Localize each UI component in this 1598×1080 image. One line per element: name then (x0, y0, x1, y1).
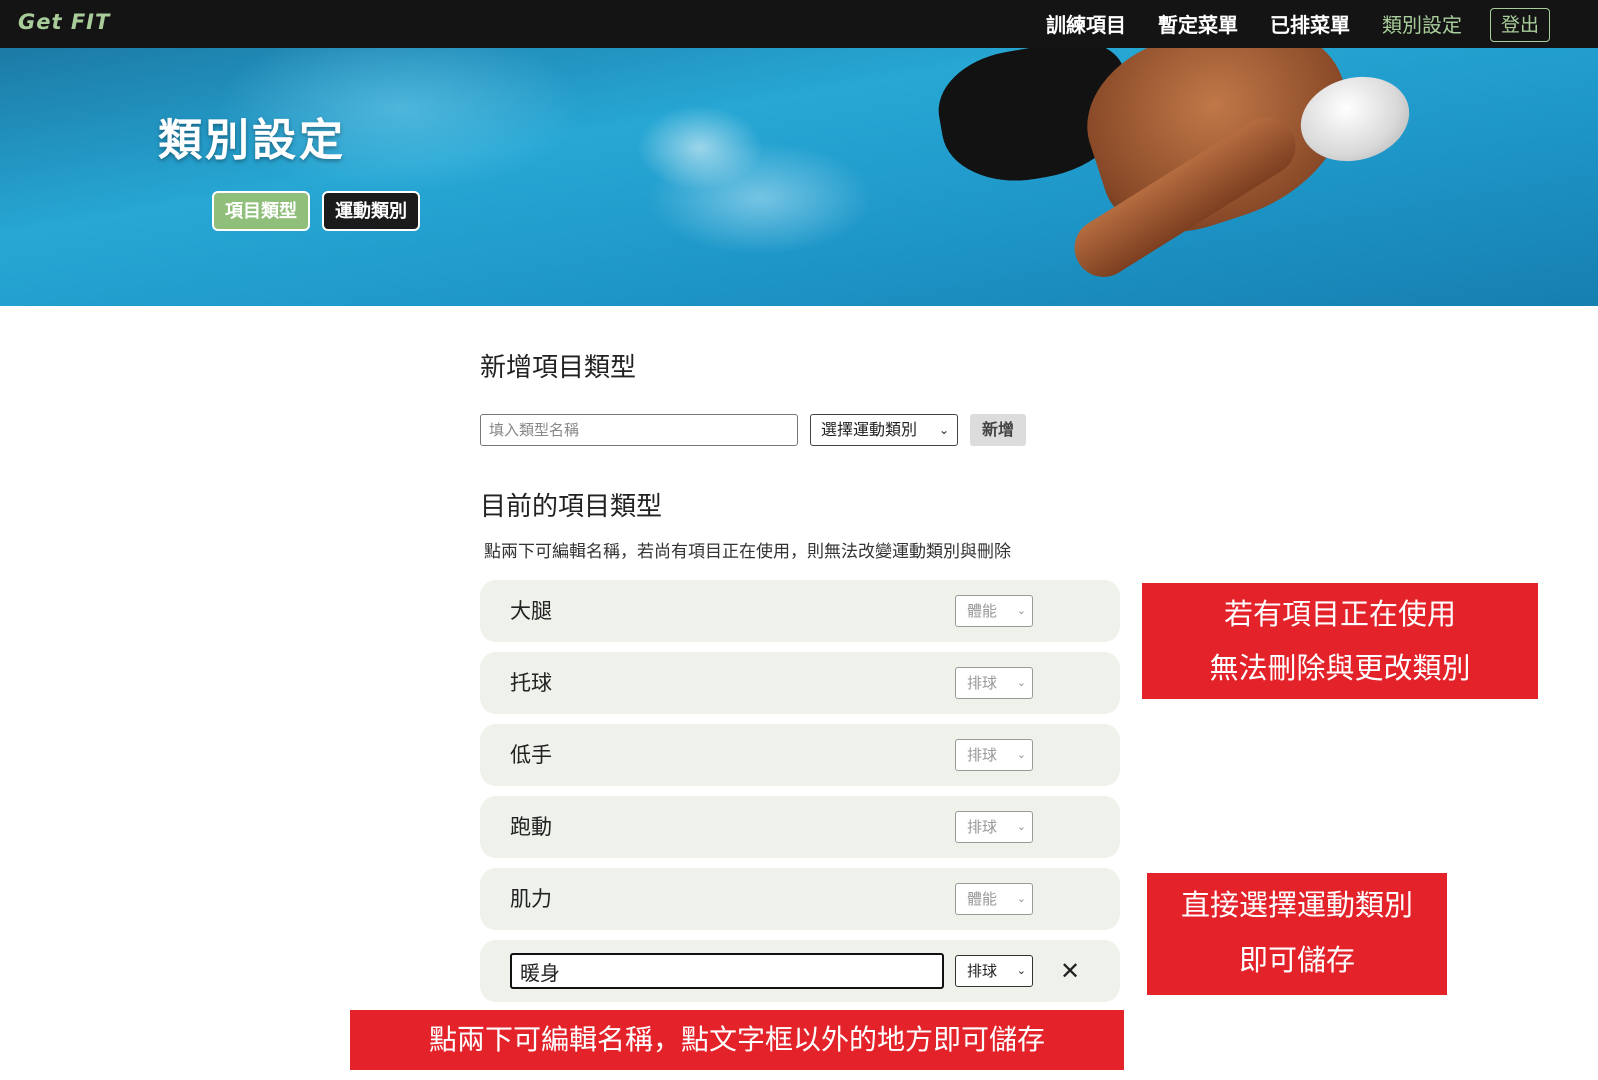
row-category-value: 排球 (967, 962, 998, 980)
chevron-down-icon: ⌄ (1016, 892, 1026, 905)
row-category-select: 體能 ⌄ (955, 883, 1033, 915)
row-category-select: 排球 ⌄ (955, 667, 1033, 699)
row-category-value: 體能 (967, 890, 998, 908)
chevron-down-icon: ⌄ (938, 423, 949, 437)
type-name[interactable]: 托球 (510, 652, 552, 714)
tab-item-types[interactable]: 項目類型 (212, 191, 310, 231)
category-tabs: 項目類型 運動類別 (212, 191, 432, 231)
row-category-select: 排球 ⌄ (955, 811, 1033, 843)
close-icon[interactable]: ✕ (1055, 955, 1085, 987)
annotation-line: 即可儲存 (1238, 943, 1355, 977)
brand-logo[interactable]: Get FIT (18, 10, 110, 34)
type-row[interactable]: 肌力 體能 ⌄ (480, 868, 1120, 930)
edit-hint: 點兩下可編輯名稱，若尚有項目正在使用，則無法改變運動類別與刪除 (484, 542, 1011, 562)
row-category-value: 排球 (967, 674, 998, 692)
nav-category-settings[interactable]: 類別設定 (1382, 9, 1462, 41)
type-name[interactable]: 低手 (510, 724, 552, 786)
type-name[interactable]: 跑動 (510, 796, 552, 858)
type-name-edit-input[interactable] (510, 953, 944, 989)
type-row[interactable]: 大腿 體能 ⌄ (480, 580, 1120, 642)
annotation-dblclick-edit: 點兩下可編輯名稱，點文字框以外的地方即可儲存 (350, 1010, 1124, 1070)
type-name-input[interactable] (480, 414, 798, 446)
type-name[interactable]: 肌力 (510, 868, 552, 930)
tab-sport-categories[interactable]: 運動類別 (322, 191, 420, 231)
chevron-down-icon: ⌄ (1016, 820, 1026, 833)
add-section-title: 新增項目類型 (480, 353, 637, 383)
annotation-line: 直接選擇運動類別 (1180, 888, 1413, 922)
nav-draft-menu[interactable]: 暫定菜單 (1158, 9, 1238, 41)
type-row[interactable]: 低手 排球 ⌄ (480, 724, 1120, 786)
logout-button[interactable]: 登出 (1489, 8, 1550, 42)
row-category-select[interactable]: 排球 ⌄ (955, 955, 1033, 987)
annotation-select-save: 直接選擇運動類別 即可儲存 (1147, 873, 1447, 995)
type-row[interactable]: 跑動 排球 ⌄ (480, 796, 1120, 858)
row-category-value: 排球 (967, 818, 998, 836)
top-navbar: Get FIT 訓練項目 暫定菜單 已排菜單 類別設定 登出 (0, 0, 1598, 48)
hero-banner: 類別設定 項目類型 運動類別 (0, 48, 1598, 306)
add-button[interactable]: 新增 (970, 414, 1026, 446)
type-name[interactable]: 大腿 (510, 580, 552, 642)
chevron-down-icon: ⌄ (1016, 676, 1026, 689)
chevron-down-icon: ⌄ (1016, 748, 1026, 761)
page-title: 類別設定 (158, 115, 346, 166)
chevron-down-icon: ⌄ (1016, 604, 1026, 617)
nav-training-items[interactable]: 訓練項目 (1046, 9, 1126, 41)
row-category-value: 排球 (967, 746, 998, 764)
chevron-down-icon: ⌄ (1016, 964, 1026, 977)
list-section-title: 目前的項目類型 (480, 492, 663, 522)
type-row-editing: 排球 ⌄ ✕ (480, 940, 1120, 1002)
row-category-select: 體能 ⌄ (955, 595, 1033, 627)
annotation-line: 無法刪除與更改類別 (1209, 651, 1471, 685)
type-row[interactable]: 托球 排球 ⌄ (480, 652, 1120, 714)
row-category-value: 體能 (967, 602, 998, 620)
nav-scheduled-menu[interactable]: 已排菜單 (1270, 9, 1350, 41)
annotation-in-use: 若有項目正在使用 無法刪除與更改類別 (1142, 583, 1538, 699)
sport-category-select-label: 選擇運動類別 (821, 420, 918, 439)
nav-links: 訓練項目 暫定菜單 已排菜單 類別設定 登出 (1014, 8, 1550, 42)
sport-category-select[interactable]: 選擇運動類別 ⌄ (810, 414, 958, 446)
row-category-select: 排球 ⌄ (955, 739, 1033, 771)
annotation-line: 若有項目正在使用 (1223, 597, 1456, 631)
